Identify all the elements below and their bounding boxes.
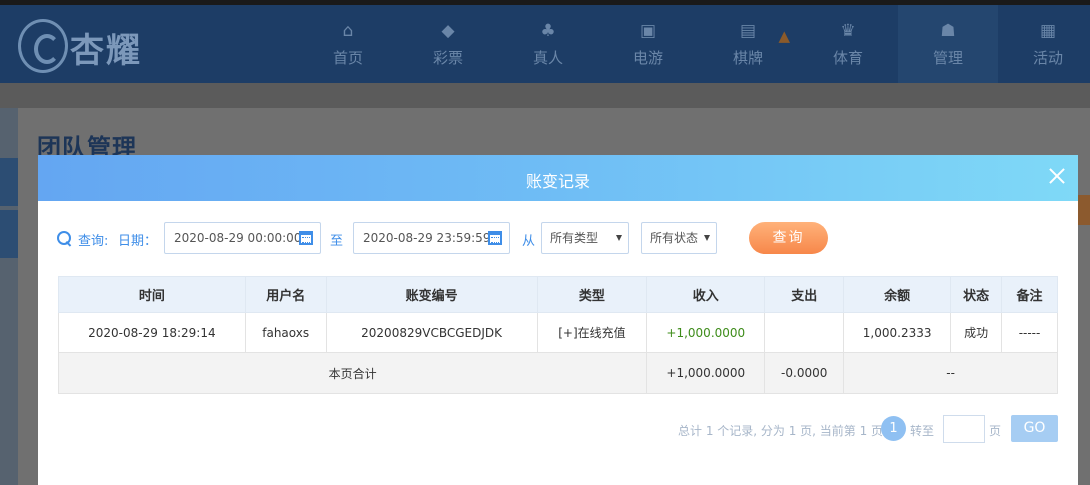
home-icon: ⌂ (342, 21, 354, 41)
site-logo[interactable]: 杏耀 (18, 17, 168, 75)
date-label: 日期： (118, 234, 158, 249)
nav-label: 棋牌 (732, 49, 763, 67)
pagination-summary: 总计 1 个记录, 分为 1 页, 当前第 1 页 (678, 424, 884, 438)
side-strip (0, 108, 18, 485)
cell-remark: ----- (1001, 312, 1058, 353)
col-header-income: 收入 (646, 276, 766, 313)
table-row: 2020-08-29 18:29:14 fahaoxs 20200829VCBC… (58, 312, 1058, 353)
query-label: 查询: (78, 234, 109, 249)
col-header-type: 类型 (536, 276, 648, 313)
search-icon (56, 230, 72, 246)
col-header-serial: 账变编号 (325, 276, 538, 313)
go-button[interactable]: GO (1011, 415, 1058, 442)
page-number-button[interactable]: 1 (881, 416, 906, 441)
nav-item-manage[interactable]: ☗ 管理 (898, 5, 998, 83)
records-table: 时间 用户名 账变编号 类型 收入 支出 余额 状态 备注 2020-08-29… (57, 276, 1058, 394)
cards-icon: ▤ (739, 21, 757, 41)
logo-text: 杏耀 (70, 31, 142, 71)
from-label: 从 (522, 234, 536, 249)
ticket-icon: ◆ (441, 21, 455, 41)
cell-income: +1,000.0000 (646, 312, 766, 353)
cell-balance: 1,000.2333 (843, 312, 952, 353)
chevron-down-icon (704, 235, 710, 241)
nav-label: 真人 (532, 49, 563, 67)
status-select-value: 所有状态 (650, 231, 699, 245)
calendar-icon[interactable] (488, 231, 502, 245)
total-expense: -0.0000 (764, 352, 845, 394)
cell-status: 成功 (950, 312, 1003, 353)
pagination: 总计 1 个记录, 分为 1 页, 当前第 1 页 1 转至 页 GO (38, 413, 1058, 443)
page-suffix-label: 页 (989, 424, 1002, 438)
nav-label: 首页 (332, 49, 363, 67)
to-label: 至 (330, 234, 344, 249)
nav-label: 管理 (932, 49, 963, 67)
cell-expense (764, 312, 845, 353)
cell-serial: 20200829VCBCGEDJDK (325, 312, 538, 353)
side-block (0, 158, 18, 206)
cell-type: [+]在线充值 (536, 312, 648, 353)
chevron-down-icon (616, 235, 622, 241)
end-date-input[interactable]: 2020-08-29 23:59:59 (353, 222, 510, 254)
nav-label: 彩票 (432, 49, 463, 67)
cell-username: fahaoxs (244, 312, 327, 353)
cell-time: 2020-08-29 18:29:14 (58, 312, 246, 353)
col-header-remark: 备注 (1001, 276, 1058, 313)
modal-header: 账变记录 (38, 155, 1078, 201)
edge-tab[interactable] (1078, 195, 1090, 225)
start-date-value: 2020-08-29 00:00:00 (174, 231, 302, 245)
page-total-row: 本页合计 +1,000.0000 -0.0000 -- (57, 352, 1058, 394)
goto-page-input[interactable] (943, 415, 985, 443)
sub-bar (0, 83, 1090, 108)
nav-item-sports[interactable]: ♛ 体育 (798, 5, 898, 83)
modal-title: 账变记录 (525, 172, 590, 191)
type-select-value: 所有类型 (550, 231, 599, 245)
start-date-input[interactable]: 2020-08-29 00:00:00 (164, 222, 321, 254)
col-header-status: 状态 (950, 276, 1003, 313)
side-block (0, 210, 18, 258)
calendar-icon[interactable] (299, 231, 313, 245)
close-icon[interactable] (1044, 163, 1070, 189)
total-label: 本页合计 (57, 352, 648, 394)
col-header-balance: 余额 (843, 276, 952, 313)
nav-label: 活动 (1032, 49, 1063, 67)
query-button[interactable]: 查询 (749, 222, 828, 254)
live-dealer-icon: ♣ (540, 21, 556, 41)
trophy-icon: ♛ (840, 21, 856, 41)
main-nav: ⌂ 首页 ◆ 彩票 ♣ 真人 ▣ 电游 ▤ 棋牌 ▲ ♛ 体育 ☗ 管理 ▦ 活… (298, 5, 1090, 83)
col-header-expense: 支出 (764, 276, 845, 313)
logo-emblem-icon (18, 19, 68, 73)
nav-label: 体育 (832, 49, 863, 67)
account-change-modal: 账变记录 查询: 日期： 2020-08-29 00:00:00 至 2020-… (38, 155, 1078, 485)
nav-label: 电游 (632, 49, 663, 67)
type-select[interactable]: 所有类型 (541, 222, 629, 254)
users-icon: ☗ (940, 21, 956, 41)
status-select[interactable]: 所有状态 (641, 222, 717, 254)
table-header-row: 时间 用户名 账变编号 类型 收入 支出 余额 状态 备注 (58, 276, 1058, 313)
total-income: +1,000.0000 (646, 352, 766, 394)
end-date-value: 2020-08-29 23:59:59 (363, 231, 491, 245)
filter-bar: 查询: 日期： 2020-08-29 00:00:00 至 2020-08-29… (56, 222, 1056, 254)
slot-machine-icon: ▣ (639, 21, 657, 41)
nav-item-slots[interactable]: ▣ 电游 (598, 5, 698, 83)
nav-item-promotions[interactable]: ▦ 活动 (998, 5, 1090, 83)
nav-item-live[interactable]: ♣ 真人 (498, 5, 598, 83)
total-balance: -- (843, 352, 1058, 394)
nav-item-lottery[interactable]: ◆ 彩票 (398, 5, 498, 83)
bell-icon: ▲ (778, 27, 790, 45)
col-header-time: 时间 (58, 276, 246, 313)
col-header-username: 用户名 (244, 276, 327, 313)
nav-item-home[interactable]: ⌂ 首页 (298, 5, 398, 83)
nav-item-cards[interactable]: ▤ 棋牌 ▲ (698, 5, 798, 83)
goto-label: 转至 (910, 424, 935, 438)
gift-icon: ▦ (1039, 21, 1057, 41)
